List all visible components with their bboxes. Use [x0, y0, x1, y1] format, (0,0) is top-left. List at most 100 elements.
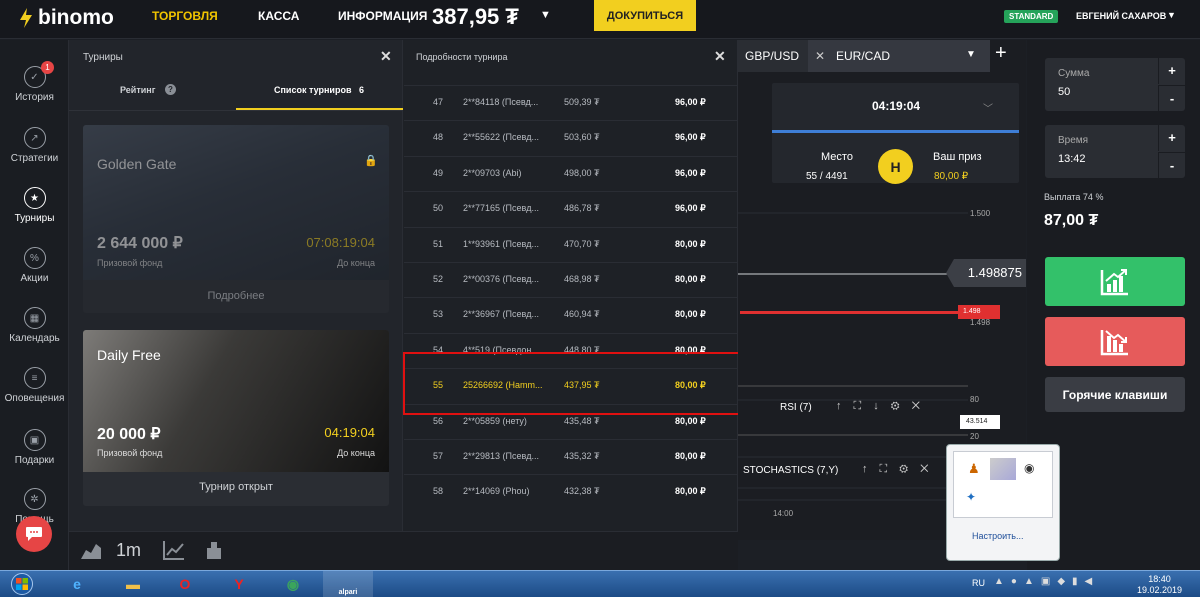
close-icon[interactable]: ✕	[714, 48, 726, 65]
username[interactable]: ЕВГЕНИЙ САХАРОВ	[1076, 11, 1166, 21]
table-row[interactable]: 49 2**09703 (Abi) 498,00 ₮ 96,00 ₽	[404, 155, 738, 191]
ie-taskbar-icon[interactable]: e	[52, 571, 102, 597]
time-value[interactable]: 13:42	[1058, 153, 1086, 165]
nav-cash[interactable]: КАССА	[258, 9, 299, 23]
gear-icon[interactable]: ⚙	[899, 463, 920, 475]
details-button[interactable]: Подробнее	[83, 290, 389, 302]
expand-icon[interactable]: ⛶	[854, 400, 874, 412]
alpari-taskbar-icon[interactable]: alpari	[323, 571, 373, 597]
amount-field[interactable]: Сумма 50 + -	[1045, 58, 1185, 111]
nav-trade[interactable]: ТОРГОВЛЯ	[152, 9, 218, 23]
sidebar-item-calendar[interactable]: ▦ Календарь	[0, 307, 69, 344]
close-icon[interactable]: ✕	[912, 400, 932, 412]
row-balance: 503,60 ₮	[564, 132, 600, 143]
tab-tournament-list[interactable]: Список турниров 6	[274, 85, 364, 95]
logo[interactable]: binomo	[18, 6, 114, 30]
table-row[interactable]: 51 1**93961 (Псевд... 470,70 ₮ 80,00 ₽	[404, 226, 738, 262]
sidebar-item-tournaments[interactable]: ★ Турниры	[0, 187, 69, 224]
close-icon[interactable]: ✕	[920, 463, 940, 475]
payout-value: 87,00 ₮	[1044, 212, 1099, 229]
tray-app-icon[interactable]: ◉	[1024, 461, 1034, 475]
network-icon[interactable]: ▮	[1072, 576, 1085, 587]
area-chart-icon[interactable]	[80, 540, 102, 560]
put-button[interactable]	[1045, 317, 1185, 366]
folder-taskbar-icon[interactable]: ▬	[108, 571, 158, 597]
configure-link[interactable]: Настроить...	[972, 531, 1023, 541]
expand-tray-icon[interactable]: ▲	[994, 576, 1011, 587]
table-row[interactable]: 50 2**77165 (Псевд... 486,78 ₮ 96,00 ₽	[404, 191, 738, 226]
tray-app-icon[interactable]: ▲	[1024, 576, 1041, 587]
clock[interactable]: 18:40 19.02.2019	[1137, 574, 1182, 596]
tab-eur-cad[interactable]: ✕ EUR/CAD ▼	[808, 40, 990, 72]
arrow-down-icon[interactable]: ↓	[873, 400, 891, 412]
tray-app-icon[interactable]: ✦	[966, 490, 976, 504]
drawing-tools-icon[interactable]	[205, 540, 223, 560]
balance[interactable]: 387,95 ₮	[432, 4, 519, 30]
tray-app-icon[interactable]: ●	[1011, 576, 1024, 587]
chrome-taskbar-icon[interactable]: ◉	[268, 571, 318, 597]
tray-icons[interactable]: ▲●▲▣◆▮◀	[994, 576, 1099, 587]
opera-taskbar-icon[interactable]: O	[160, 571, 210, 597]
arrow-up-icon[interactable]: ↑	[836, 400, 854, 412]
volume-icon[interactable]: ◀	[1085, 576, 1100, 587]
tab-gbp-usd[interactable]: GBP/USD	[738, 40, 808, 72]
time-minus-button[interactable]: -	[1158, 152, 1185, 178]
sidebar-item-promotions[interactable]: % Акции	[0, 247, 69, 284]
row-place: 53	[433, 309, 444, 320]
time-plus-button[interactable]: +	[1158, 125, 1185, 151]
nav-info[interactable]: ИНФОРМАЦИЯ	[338, 9, 427, 23]
stochastics-toolbar[interactable]: ↑⛶⚙✕	[862, 463, 941, 476]
timeframe-button[interactable]: 1m	[116, 540, 141, 561]
row-place: 56	[433, 415, 444, 426]
start-button[interactable]	[2, 570, 42, 597]
call-button[interactable]	[1045, 257, 1185, 306]
table-row[interactable]: 53 2**36967 (Псевд... 460,94 ₮ 80,00 ₽	[404, 297, 738, 332]
chat-button[interactable]	[16, 516, 52, 552]
table-row[interactable]: 57 2**29813 (Псевд... 435,32 ₮ 80,00 ₽	[404, 439, 738, 474]
tray-app-icon[interactable]: ◆	[1057, 576, 1072, 587]
list-icon: ≡	[23, 367, 46, 389]
close-icon[interactable]: ✕	[815, 49, 825, 63]
sidebar-item-history[interactable]: ✓ 1 История	[0, 61, 69, 103]
rsi-toolbar[interactable]: ↑⛶↓⚙✕	[836, 400, 932, 413]
sidebar-item-notifications[interactable]: ≡ Оповещения	[0, 367, 69, 404]
chevron-down-icon[interactable]: ▼	[1167, 10, 1176, 20]
tray-app-icon[interactable]: ▣	[1041, 576, 1057, 587]
chevron-down-icon[interactable]: ▼	[540, 9, 551, 21]
expand-icon[interactable]: ⛶	[880, 463, 900, 475]
gift-icon: ▣	[23, 429, 46, 451]
tournament-card[interactable]: Daily Free 20 000 ₽ Призовой фонд 04:19:…	[83, 330, 389, 506]
tab-rating[interactable]: Рейтинг	[120, 85, 155, 95]
sidebar-item-label: Календарь	[9, 333, 60, 344]
chevron-down-icon[interactable]: ▼	[966, 49, 976, 60]
sidebar-item-gifts[interactable]: ▣ Подарки	[0, 429, 69, 466]
arrow-up-icon[interactable]: ↑	[862, 463, 880, 475]
help-icon[interactable]: ?	[165, 84, 176, 95]
table-row[interactable]: 48 2**55622 (Псевд... 503,60 ₮ 96,00 ₽	[404, 120, 738, 155]
yandex-taskbar-icon[interactable]: Y	[214, 571, 264, 597]
sidebar-item-strategies[interactable]: ↗ Стратегии	[0, 127, 69, 164]
tray-app-icon[interactable]	[990, 458, 1016, 480]
table-row[interactable]: 58 2**14069 (Phou) 432,38 ₮ 80,00 ₽	[404, 474, 738, 509]
gear-icon[interactable]: ⚙	[891, 400, 912, 412]
amount-plus-button[interactable]: +	[1158, 58, 1185, 84]
indicators-icon[interactable]	[163, 540, 185, 560]
language-indicator[interactable]: RU	[972, 578, 985, 588]
time-field[interactable]: Время 13:42 + -	[1045, 125, 1185, 178]
amount-value[interactable]: 50	[1058, 86, 1070, 98]
logo-icon	[20, 8, 32, 28]
table-row[interactable]: 52 2**00376 (Псевд... 468,98 ₮ 80,00 ₽	[404, 262, 738, 297]
tournament-card[interactable]: Golden Gate 2 644 000 ₽ Призовой фонд 07…	[83, 125, 389, 313]
close-icon[interactable]: ✕	[380, 48, 392, 65]
tournament-open-button[interactable]: Турнир открыт	[83, 481, 389, 493]
calendar-icon: ▦	[23, 307, 46, 329]
deposit-button[interactable]: ДОКУПИТЬСЯ	[594, 0, 696, 31]
tray-app-icon[interactable]: ♟	[968, 461, 980, 477]
sidebar-item-label: История	[15, 92, 54, 103]
add-pair-button[interactable]: +	[995, 42, 1007, 65]
amount-minus-button[interactable]: -	[1158, 85, 1185, 111]
hotkeys-button[interactable]: Горячие клавиши	[1045, 377, 1185, 412]
chevron-down-icon[interactable]: ﹀	[983, 100, 993, 115]
sidebar-item-label: Оповещения	[4, 393, 65, 404]
table-row[interactable]: 47 2**84118 (Псевд... 509,39 ₮ 96,00 ₽	[404, 85, 738, 120]
